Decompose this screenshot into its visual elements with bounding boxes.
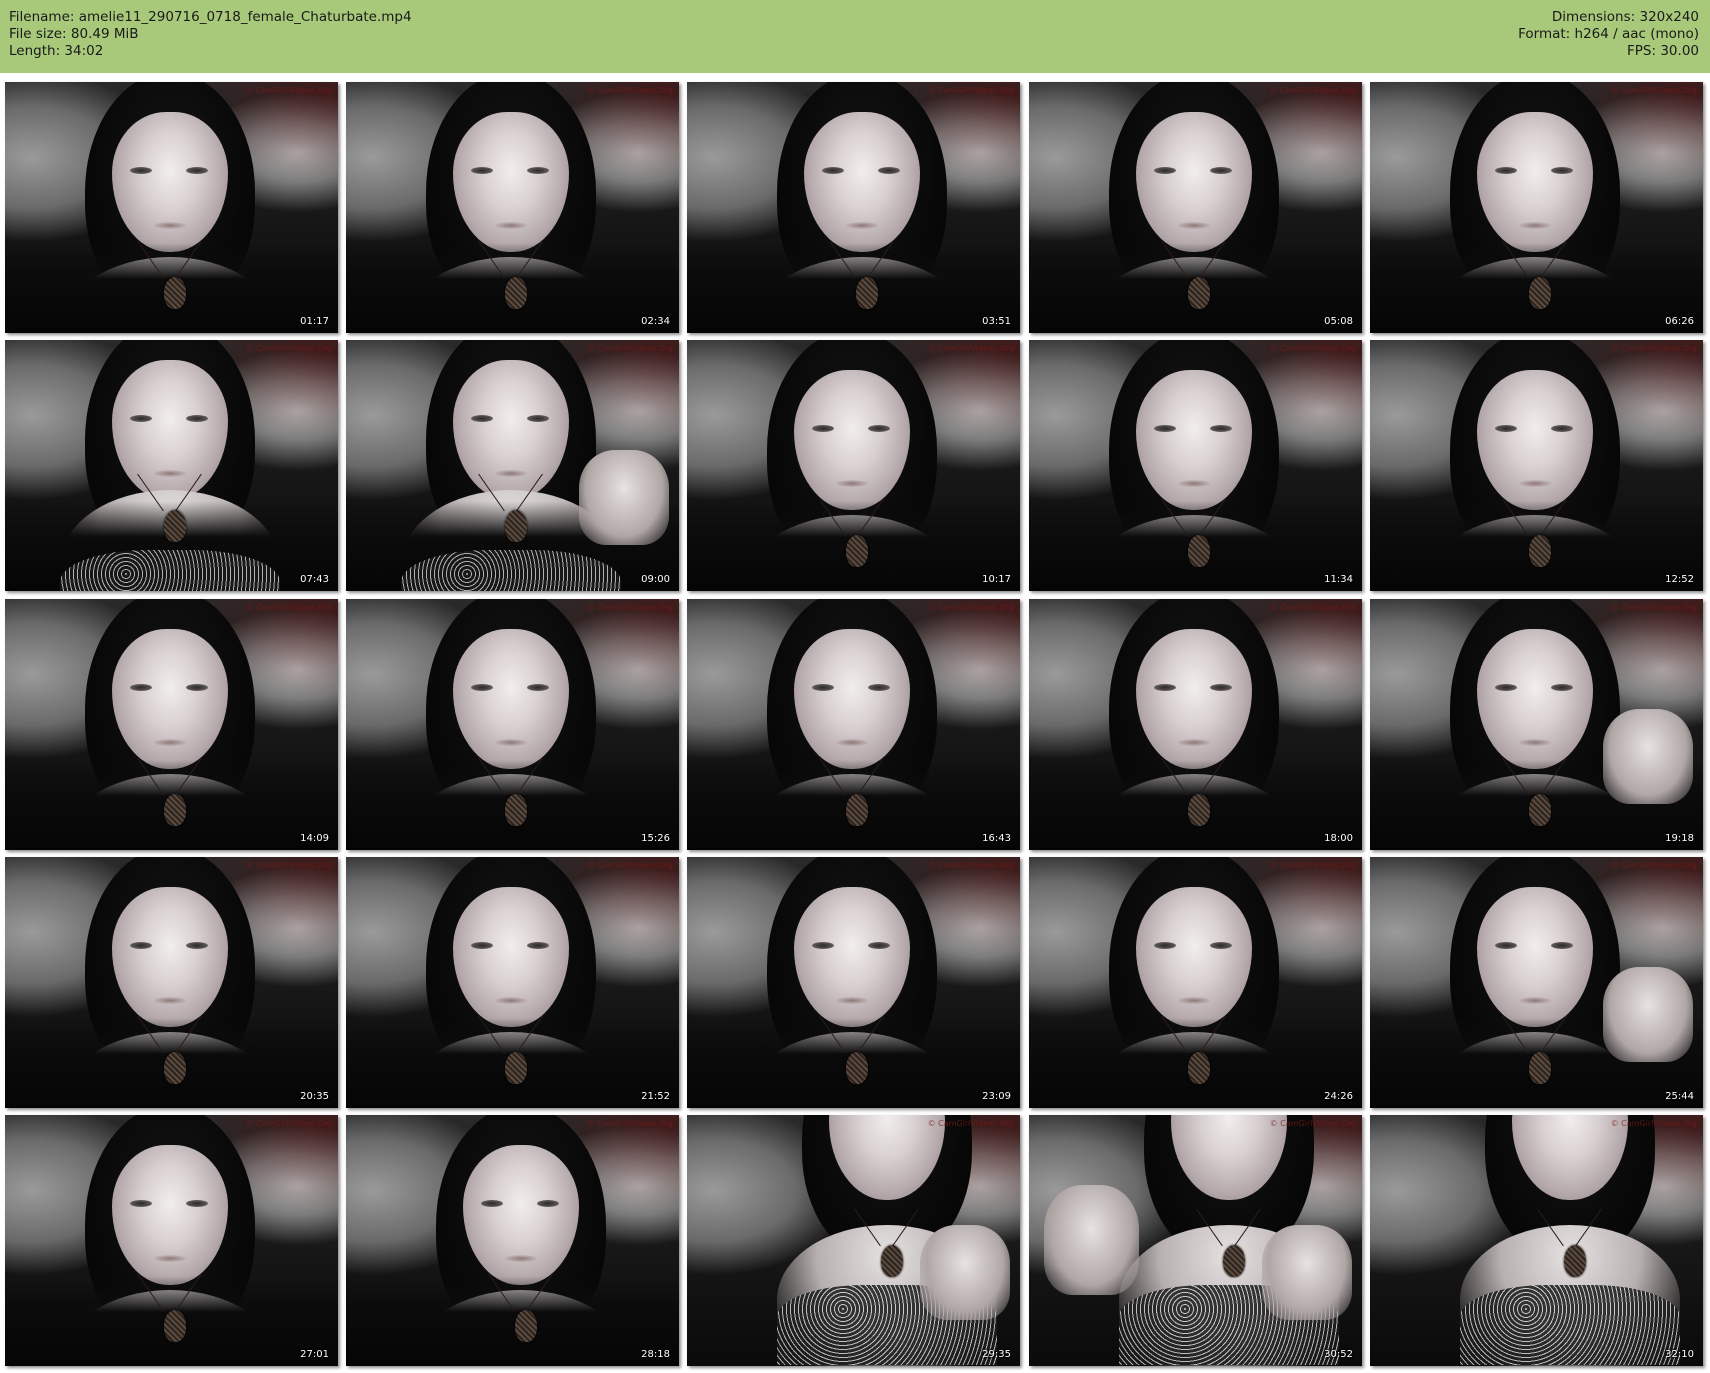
watermark: © CamGirlVideos.Org <box>1269 1119 1356 1128</box>
watermark: © CamGirlVideos.Org <box>245 1119 332 1128</box>
watermark: © CamGirlVideos.Org <box>1269 603 1356 612</box>
watermark: © CamGirlVideos.Org <box>927 861 1014 870</box>
watermark: © CamGirlVideos.Org <box>1610 1119 1697 1128</box>
watermark: © CamGirlVideos.Org <box>586 86 673 95</box>
thumbnail-timestamp: 29:35 <box>982 1349 1011 1360</box>
video-thumbnail: © CamGirlVideos.Org 06:26 <box>1370 82 1703 333</box>
fps-text: FPS: 30.00 <box>1627 43 1699 59</box>
file-info: Filename: amelie11_290716_0718_female_Ch… <box>9 9 412 60</box>
file-size-text: File size: 80.49 MiB <box>9 26 139 42</box>
video-info: Dimensions: 320x240 Format: h264 / aac (… <box>1518 9 1699 60</box>
thumbnail-timestamp: 32:10 <box>1665 1349 1694 1360</box>
thumbnail-timestamp: 21:52 <box>641 1091 670 1102</box>
video-thumbnail: © CamGirlVideos.Org 03:51 <box>687 82 1020 333</box>
watermark: © CamGirlVideos.Org <box>1269 344 1356 353</box>
video-thumbnail: © CamGirlVideos.Org 19:18 <box>1370 599 1703 850</box>
watermark: © CamGirlVideos.Org <box>1610 861 1697 870</box>
thumbnail-timestamp: 28:18 <box>641 1349 670 1360</box>
thumbnail-timestamp: 02:34 <box>641 316 670 327</box>
video-thumbnail: © CamGirlVideos.Org 10:17 <box>687 340 1020 591</box>
thumbnail-timestamp: 12:52 <box>1665 574 1694 585</box>
video-thumbnail: © CamGirlVideos.Org 18:00 <box>1029 599 1362 850</box>
video-thumbnail: © CamGirlVideos.Org 24:26 <box>1029 857 1362 1108</box>
video-thumbnail: © CamGirlVideos.Org 01:17 <box>5 82 338 333</box>
video-thumbnail: © CamGirlVideos.Org 14:09 <box>5 599 338 850</box>
video-thumbnail: © CamGirlVideos.Org 05:08 <box>1029 82 1362 333</box>
watermark: © CamGirlVideos.Org <box>245 344 332 353</box>
thumbnail-timestamp: 16:43 <box>982 833 1011 844</box>
video-thumbnail: © CamGirlVideos.Org 16:43 <box>687 599 1020 850</box>
thumbnail-timestamp: 19:18 <box>1665 833 1694 844</box>
watermark: © CamGirlVideos.Org <box>927 344 1014 353</box>
watermark: © CamGirlVideos.Org <box>1269 86 1356 95</box>
video-thumbnail: © CamGirlVideos.Org 11:34 <box>1029 340 1362 591</box>
thumbnail-timestamp: 11:34 <box>1324 574 1353 585</box>
thumbnail-grid: © CamGirlVideos.Org 01:17 © CamGirlVideos.… <box>5 82 1705 1368</box>
video-thumbnail: © CamGirlVideos.Org 20:35 <box>5 857 338 1108</box>
video-thumbnail: © CamGirlVideos.Org 25:44 <box>1370 857 1703 1108</box>
thumbnail-timestamp: 14:09 <box>300 833 329 844</box>
length-text: Length: 34:02 <box>9 43 104 59</box>
watermark: © CamGirlVideos.Org <box>586 1119 673 1128</box>
watermark: © CamGirlVideos.Org <box>1269 861 1356 870</box>
thumbnail-timestamp: 15:26 <box>641 833 670 844</box>
video-thumbnail: © CamGirlVideos.Org 21:52 <box>346 857 679 1108</box>
video-thumbnail: © CamGirlVideos.Org 28:18 <box>346 1115 679 1366</box>
thumbnail-timestamp: 30:52 <box>1324 1349 1353 1360</box>
dimensions-text: Dimensions: 320x240 <box>1551 9 1699 25</box>
thumbnail-timestamp: 03:51 <box>982 316 1011 327</box>
watermark: © CamGirlVideos.Org <box>927 86 1014 95</box>
watermark: © CamGirlVideos.Org <box>927 1119 1014 1128</box>
video-thumbnail: © CamGirlVideos.Org 32:10 <box>1370 1115 1703 1366</box>
thumbnail-timestamp: 24:26 <box>1324 1091 1353 1102</box>
thumbnail-timestamp: 25:44 <box>1665 1091 1694 1102</box>
watermark: © CamGirlVideos.Org <box>1610 603 1697 612</box>
watermark: © CamGirlVideos.Org <box>1610 344 1697 353</box>
watermark: © CamGirlVideos.Org <box>1610 86 1697 95</box>
thumbnail-timestamp: 18:00 <box>1324 833 1353 844</box>
video-thumbnail: © CamGirlVideos.Org 09:00 <box>346 340 679 591</box>
video-thumbnail: © CamGirlVideos.Org 12:52 <box>1370 340 1703 591</box>
thumbnail-timestamp: 10:17 <box>982 574 1011 585</box>
video-thumbnail: © CamGirlVideos.Org 27:01 <box>5 1115 338 1366</box>
watermark: © CamGirlVideos.Org <box>245 603 332 612</box>
video-thumbnail: © CamGirlVideos.Org 30:52 <box>1029 1115 1362 1366</box>
format-text: Format: h264 / aac (mono) <box>1518 26 1699 42</box>
watermark: © CamGirlVideos.Org <box>586 861 673 870</box>
thumbnail-timestamp: 09:00 <box>641 574 670 585</box>
thumbnail-timestamp: 05:08 <box>1324 316 1353 327</box>
watermark: © CamGirlVideos.Org <box>245 861 332 870</box>
info-header: Filename: amelie11_290716_0718_female_Ch… <box>0 0 1710 73</box>
thumbnail-timestamp: 27:01 <box>300 1349 329 1360</box>
filename-text: Filename: amelie11_290716_0718_female_Ch… <box>9 9 412 25</box>
video-thumbnail: © CamGirlVideos.Org 29:35 <box>687 1115 1020 1366</box>
watermark: © CamGirlVideos.Org <box>586 344 673 353</box>
video-thumbnail: © CamGirlVideos.Org 15:26 <box>346 599 679 850</box>
thumbnail-timestamp: 20:35 <box>300 1091 329 1102</box>
watermark: © CamGirlVideos.Org <box>245 86 332 95</box>
thumbnail-timestamp: 23:09 <box>982 1091 1011 1102</box>
video-thumbnail: © CamGirlVideos.Org 07:43 <box>5 340 338 591</box>
thumbnail-timestamp: 06:26 <box>1665 316 1694 327</box>
thumbnail-timestamp: 01:17 <box>300 316 329 327</box>
video-thumbnail: © CamGirlVideos.Org 23:09 <box>687 857 1020 1108</box>
watermark: © CamGirlVideos.Org <box>927 603 1014 612</box>
thumbnail-timestamp: 07:43 <box>300 574 329 585</box>
watermark: © CamGirlVideos.Org <box>586 603 673 612</box>
video-thumbnail: © CamGirlVideos.Org 02:34 <box>346 82 679 333</box>
